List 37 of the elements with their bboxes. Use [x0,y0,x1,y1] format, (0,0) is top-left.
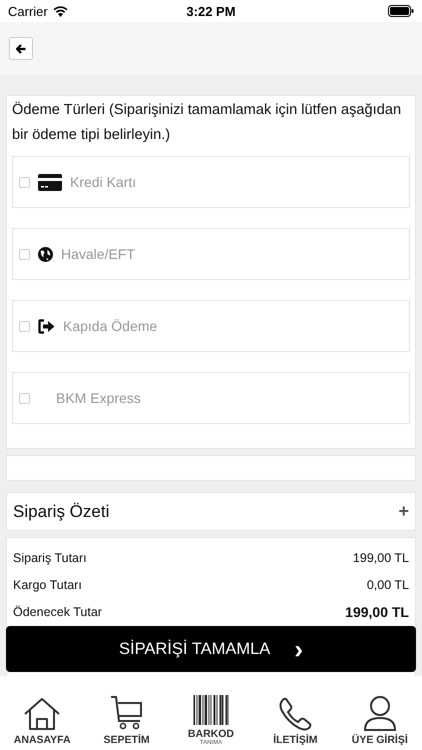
barcode-icon [192,695,229,725]
phone-icon [278,697,312,731]
credit-card-icon [38,174,62,190]
summary-header[interactable]: Sipariş Özeti + [6,492,416,531]
back-arrow-icon [16,44,26,54]
checkbox[interactable] [19,320,30,332]
nav-label: İLETİŞİM [273,734,318,746]
user-icon [362,695,397,731]
nav-item[interactable]: SEPETİM [86,695,167,746]
nav-label: SEPETİM [104,734,150,746]
battery-icon [388,5,414,17]
globe-icon [38,246,53,262]
expand-icon[interactable]: + [398,501,409,522]
total-label: Ödenecek Tutar [13,604,102,618]
checkbox[interactable] [19,176,30,188]
nav-item[interactable]: ÜYE GİRİŞİ [340,695,420,746]
complete-order-button[interactable]: SİPARİŞİ TAMAMLA › [6,626,416,672]
home-icon [23,697,62,731]
total-label: Kargo Tutarı [13,578,82,592]
clock-time: 3:22 PM [185,4,237,18]
checkbox[interactable] [19,248,30,260]
total-value: 199,00 TL [345,604,409,620]
checkbox[interactable] [19,392,30,404]
nav-label: BARKOD [188,728,234,740]
nav-label: ÜYE GİRİŞİ [352,734,408,746]
payment-title: Ödeme Türleri (Siparişinizi tamamlamak için lütfen aşağıdan bir ödeme tipi belirleyin.) [12,100,402,145]
total-value: 199,00 TL [352,550,409,564]
sign-out-icon [38,318,55,334]
carrier-name: Carrier [8,4,48,18]
back-button[interactable] [9,37,33,60]
wifi-icon [52,6,68,16]
cart-icon [110,695,144,731]
nav-label: ANASAYFA [14,734,71,746]
nav-item[interactable]: ANASAYFA [2,697,82,746]
total-label: Sipariş Tutarı [13,550,87,564]
nav-item[interactable]: İLETİŞİM [255,697,336,746]
total-value: 0,00 TL [366,578,409,592]
